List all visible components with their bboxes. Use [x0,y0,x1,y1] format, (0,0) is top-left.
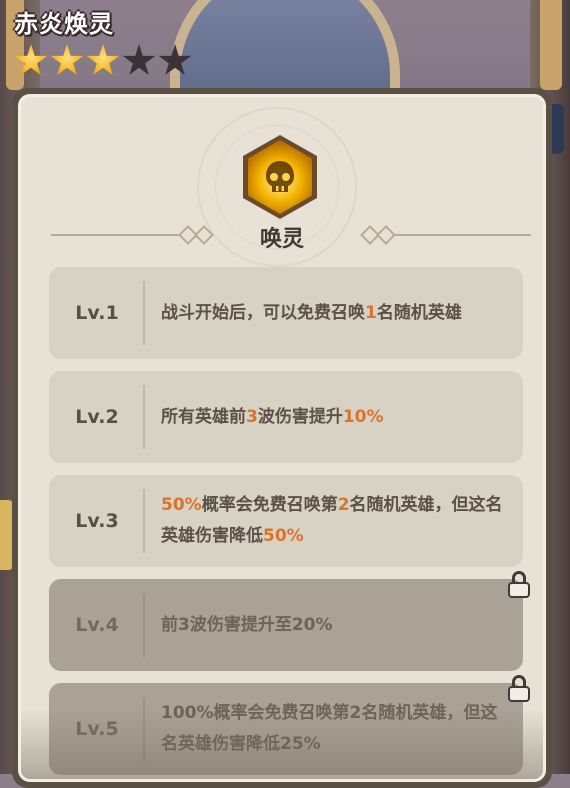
highlight-value: 10% [342,406,384,427]
level-row-3: Lv.3 50%概率会免费召唤第2名随机英雄，但这名英雄伤害降低50% [49,475,523,567]
skill-panel-inner: 唤灵 Lv.1 战斗开始后，可以免费召唤1名随机英雄 Lv.2 所有英雄前3波伤害提升… [18,94,546,782]
description-text: 概率会免费召唤第 [201,495,338,515]
star-rating [14,44,192,80]
level-row-2: Lv.2 所有英雄前3波伤害提升10% [49,371,523,463]
star-filled-icon [14,44,48,75]
scroll-fade [21,709,543,779]
hero-name: 赤炎焕灵 [14,10,114,38]
level-label: Lv.2 [49,371,145,463]
description-text: 名随机英雄 [376,302,462,323]
description-text: 波伤害提升 [257,406,343,427]
description-text: 前3波伤害提升至20% [161,614,333,635]
background-ornament-right [540,0,562,90]
level-list: Lv.1 战斗开始后，可以免费召唤1名随机英雄 Lv.2 所有英雄前3波伤害提升10%… [49,267,530,779]
level-description: 前3波伤害提升至20% [145,610,523,641]
skill-name: 唤灵 [259,227,304,252]
level-row-4: Lv.4 前3波伤害提升至20% [49,571,530,671]
level-label: Lv.3 [49,475,145,567]
star-filled-icon [86,44,120,75]
level-description: 50%概率会免费召唤第2名随机英雄，但这名英雄伤害降低50% [145,490,523,552]
highlight-value: 2 [337,495,350,515]
description-text: 战斗开始后，可以免费召唤 [161,302,365,323]
lock-icon [507,675,531,703]
level-label: Lv.1 [49,267,145,359]
level-label: Lv.4 [49,579,145,671]
star-empty-icon [122,44,156,75]
description-text: 所有英雄前 [161,406,246,427]
highlight-value: 50% [161,495,202,515]
highlight-value: 1 [365,302,377,323]
highlight-value: 3 [246,406,258,427]
lock-icon [507,571,531,599]
highlight-value: 50% [263,526,304,546]
level-description: 战斗开始后，可以免费召唤1名随机英雄 [145,298,523,329]
level-description: 所有英雄前3波伤害提升10% [145,402,523,433]
level-row-1: Lv.1 战斗开始后，可以免费召唤1名随机英雄 [49,267,523,359]
star-filled-icon [50,44,84,75]
star-empty-icon [158,44,192,75]
skull-glyph-icon [266,161,294,192]
skill-panel: 唤灵 Lv.1 战斗开始后，可以免费召唤1名随机英雄 Lv.2 所有英雄前3波伤害提升… [12,88,552,788]
